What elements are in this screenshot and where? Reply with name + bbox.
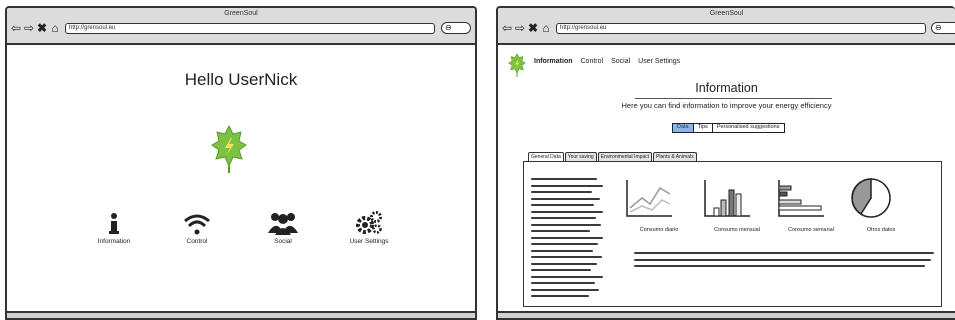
users-icon (238, 209, 328, 235)
search-icon: ⊖ (445, 23, 452, 32)
segment-data[interactable]: Data (673, 124, 694, 132)
chart-consumo-semanal[interactable]: Consumo semanal (776, 178, 846, 233)
menu-label-user-settings: User Settings (349, 238, 389, 245)
tab-your-saving[interactable]: Your saving (564, 152, 597, 161)
menu-item-control[interactable]: Control (152, 209, 242, 245)
back-arrow-icon[interactable]: ⇦ (10, 22, 22, 34)
nav-item-information[interactable]: Information (534, 58, 573, 65)
forward-arrow-icon[interactable]: ⇨ (23, 22, 35, 34)
window-title: GreenSoul (709, 10, 744, 17)
menu-item-social[interactable]: Social (238, 209, 328, 245)
chart-label-consumo-diario: Consumo diario (639, 227, 679, 233)
placeholder-text-column (531, 178, 603, 302)
page-subtitle: Here you can find information to improve… (621, 101, 832, 110)
line-chart-icon (626, 180, 672, 217)
segment-tips[interactable]: Tips (693, 124, 713, 132)
browser-window-information: GreenSoul ⇦ ⇨ ✖ ⌂ http://grensoul.eu ⊖ I… (496, 6, 955, 320)
chart-label-otros-datos: Otros datos (866, 227, 896, 233)
chart-otros-datos[interactable]: Otros datos (846, 178, 916, 233)
chart-label-consumo-semanal: Consumo semanal (788, 227, 834, 233)
forward-arrow-icon[interactable]: ⇨ (514, 22, 526, 34)
browser-titlebar: GreenSoul ⇦ ⇨ ✖ ⌂ http://grensoul.eu ⊖ (7, 8, 475, 45)
back-arrow-icon[interactable]: ⇦ (501, 22, 513, 34)
nav-item-control[interactable]: Control (581, 58, 604, 65)
menu-item-information[interactable]: Information (69, 209, 159, 245)
browser-window-home: GreenSoul ⇦ ⇨ ✖ ⌂ http://grensoul.eu ⊖ H… (5, 6, 477, 320)
browser-titlebar: GreenSoul ⇦ ⇨ ✖ ⌂ http://grensoul.eu ⊖ (498, 8, 955, 45)
home-icon[interactable]: ⌂ (49, 22, 61, 34)
pie-chart-icon (851, 178, 891, 218)
close-icon[interactable]: ✖ (528, 22, 538, 34)
url-input[interactable]: http://grensoul.eu (65, 23, 435, 34)
search-icon: ⊖ (935, 23, 942, 32)
chart-consumo-mensual[interactable]: Consumo mensual (702, 178, 772, 233)
window-title: GreenSoul (224, 10, 258, 17)
menu-label-information: Information (97, 238, 131, 245)
close-icon[interactable]: ✖ (37, 22, 47, 34)
menu-label-control: Control (186, 238, 208, 245)
greensoul-leaf-logo[interactable] (508, 52, 526, 83)
greeting-heading: Hello UserNick (184, 70, 298, 89)
page-title: Information (695, 81, 758, 95)
menu-item-user-settings[interactable]: User Settings (324, 209, 414, 245)
chart-label-consumo-mensual: Consumo mensual (714, 227, 760, 233)
title-divider (635, 98, 832, 99)
bar-chart-icon (704, 180, 750, 217)
home-icon[interactable]: ⌂ (540, 22, 552, 34)
greensoul-leaf-logo (211, 124, 247, 179)
nav-item-user-settings[interactable]: User Settings (638, 58, 680, 65)
search-box[interactable]: ⊖ (441, 22, 471, 34)
gears-icon (324, 209, 414, 235)
url-input[interactable]: http://grensoul.eu (556, 23, 926, 34)
browser-statusbar (498, 311, 955, 318)
general-data-panel: Consumo diario Consumo mensual Consumo s… (523, 161, 942, 307)
horizontal-bar-chart-icon (778, 180, 824, 217)
tab-environmental-impact[interactable]: Environmental Impact (597, 152, 653, 161)
chart-consumo-diario[interactable]: Consumo diario (624, 178, 694, 233)
view-segmented-control: Data Tips Personalised suggestions (672, 123, 785, 133)
menu-label-social: Social (274, 238, 292, 245)
info-icon (69, 209, 159, 235)
top-navigation: Information Control Social User Settings (534, 58, 680, 65)
search-box[interactable]: ⊖ (931, 22, 955, 34)
nav-item-social[interactable]: Social (611, 58, 630, 65)
tab-plants-animals[interactable]: Plants & Animals (653, 152, 697, 161)
segment-personalised-suggestions[interactable]: Personalised suggestions (712, 124, 784, 132)
browser-statusbar (7, 311, 475, 318)
wifi-icon (152, 209, 242, 235)
placeholder-text-paragraph (634, 252, 934, 272)
